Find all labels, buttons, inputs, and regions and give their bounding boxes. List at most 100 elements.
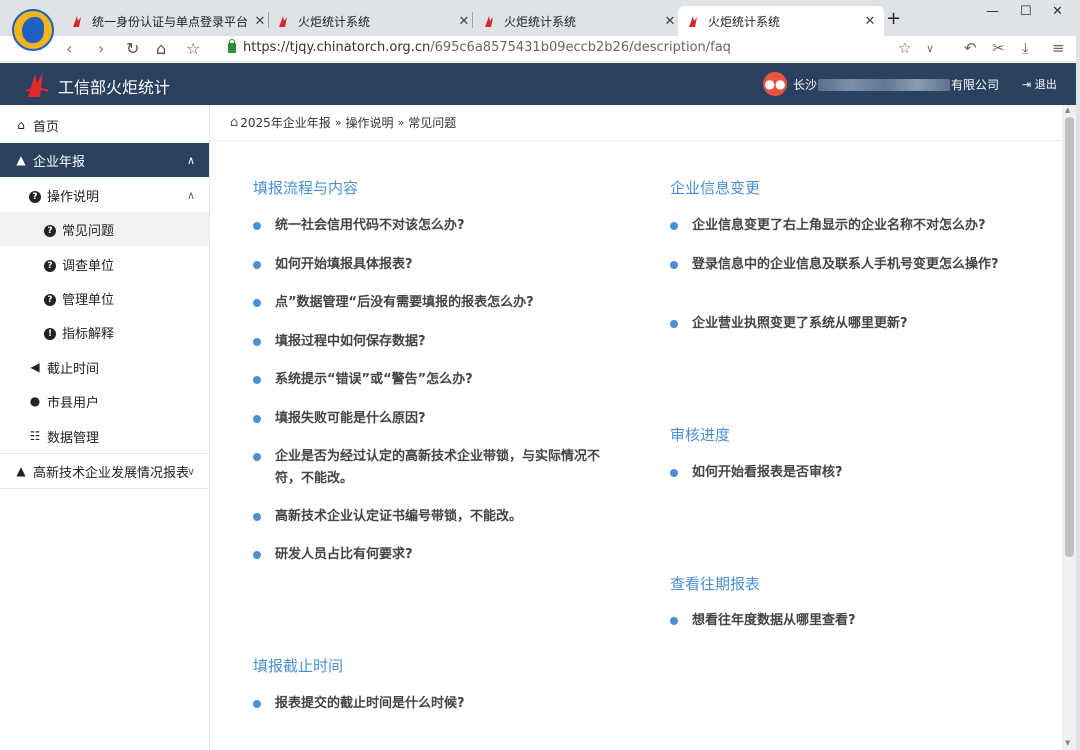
faq-link[interactable]: 登录信息中的企业信息及联系人手机号变更怎么操作? [670, 254, 1002, 276]
scroll-up-arrow-icon[interactable]: ▲ [1065, 106, 1070, 114]
user-group-avatar-icon[interactable]: ●● [763, 72, 787, 96]
download-icon[interactable]: ⤓ [1022, 39, 1029, 57]
question-circle-icon: ? [43, 257, 57, 272]
app-title: 工信部火炬统计 [58, 78, 171, 97]
tab-close-icon[interactable]: ✕ [662, 14, 678, 29]
bookmark-star-icon[interactable]: ☆ [186, 39, 200, 58]
question-circle-icon: ? [28, 188, 42, 203]
company-name: 长沙 有限公司 [793, 76, 999, 93]
cut-scissors-icon[interactable]: ✂ [992, 39, 1005, 57]
company-prefix: 长沙 [793, 78, 818, 92]
sidebar-item-instructions[interactable]: ? 操作说明 ∧ [0, 178, 209, 212]
url-host: https://tjqy.chinatorch.org.cn [243, 40, 431, 55]
undo-icon[interactable]: ↶ [964, 39, 977, 57]
sidebar-item-label: 截止时间 [47, 361, 100, 377]
faq-link[interactable]: 报表提交的截止时间是什么时候? [253, 693, 605, 715]
reload-icon[interactable]: ↻ [126, 39, 139, 58]
sidebar-item-annual-report[interactable]: ▲ 企业年报 ∧ [0, 143, 209, 177]
torch-favicon-icon [689, 16, 697, 27]
faq-link[interactable]: 如何开始看报表是否审核? [670, 462, 1014, 484]
torch-logo-icon [25, 72, 49, 97]
faq-link[interactable]: 点”数据管理“后没有需要填报的报表怎么办? [253, 292, 605, 314]
faq-link[interactable]: 企业是否为经过认定的高新技术企业带锁，与实际情况不符，不能改。 [253, 446, 605, 490]
faq-link[interactable]: 填报过程中如何保存数据? [253, 331, 605, 353]
tab-title: 火炬统计系统 [708, 14, 781, 29]
tab-title: 火炬统计系统 [298, 14, 371, 29]
main-content: ⌂ 2025年企业年报 » 操作说明 » 常见问题 填报流程与内容 统一社会信用… [210, 105, 1062, 750]
sidebar-item-label: 市县用户 [47, 395, 100, 411]
faq-link[interactable]: 企业营业执照变更了系统从哪里更新? [670, 313, 1014, 335]
app-header: 工信部火炬统计 ●● 长沙 有限公司 ⇥ 退出 [0, 63, 1076, 105]
faq-link[interactable]: 系统提示“错误”或“警告”怎么办? [253, 369, 605, 391]
browser-tab-strip: 统一身份认证与单点登录平台 ✕ 火炬统计系统 ✕ 火炬统计系统 ✕ 火炬统计系统… [0, 0, 1080, 36]
browser-tab-torch-2[interactable]: 火炬统计系统 ✕ [482, 6, 678, 36]
tab-close-icon[interactable]: ✕ [862, 14, 878, 29]
section-title-deadline: 填报截止时间 [253, 657, 344, 675]
browser-tab-torch-active[interactable]: 火炬统计系统 ✕ [678, 6, 884, 36]
torch-favicon-icon [73, 16, 81, 27]
dropdown-chevron-icon[interactable]: ∨ [926, 42, 934, 55]
browser-tab-sso[interactable]: 统一身份认证与单点登录平台 ✕ [70, 6, 269, 36]
favorite-star-icon[interactable]: ☆ [898, 39, 911, 57]
forward-icon[interactable]: › [98, 39, 104, 58]
url-path: /695c6a8575431b09eccb2b26/description/fa… [430, 40, 731, 55]
sidebar-item-home[interactable]: ⌂ 首页 [0, 108, 209, 142]
sidebar: ⌂ 首页 ▲ 企业年报 ∧ ? 操作说明 ∧ ? 常见问题 ? 调查单位 ? 管… [0, 105, 210, 750]
browser-tab-torch-1[interactable]: 火炬统计系统 ✕ [276, 6, 473, 36]
new-tab-button[interactable]: + [886, 8, 901, 29]
logout-button[interactable]: ⇥ 退出 [1022, 76, 1057, 92]
url-field[interactable]: https://tjqy.chinatorch.org.cn/695c6a857… [243, 40, 731, 55]
logout-label: 退出 [1034, 78, 1057, 91]
sidebar-item-indicator[interactable]: ! 指标解释 [0, 315, 209, 349]
faq-link[interactable]: 填报失败可能是什么原因? [253, 408, 605, 430]
breadcrumb-item[interactable]: 2025年企业年报 [240, 114, 331, 131]
sidebar-item-data-management[interactable]: ☷ 数据管理 [0, 419, 209, 453]
logout-icon: ⇥ [1022, 78, 1032, 91]
window-close-button[interactable]: ✕ [1052, 4, 1063, 19]
scrollbar-thumb[interactable] [1065, 117, 1074, 557]
list-icon: ☷ [29, 429, 41, 443]
minimize-button[interactable]: — [986, 4, 999, 19]
home-icon[interactable]: ⌂ [156, 39, 166, 58]
breadcrumb-item: 常见问题 [408, 116, 457, 130]
breadcrumb-separator-icon: » [334, 116, 342, 129]
sidebar-item-hitech-report[interactable]: ▲ 高新技术企业发展情况报表 ∨ [0, 454, 209, 488]
tab-close-icon[interactable]: ✕ [252, 14, 268, 29]
faq-link[interactable]: 企业信息变更了右上角显示的企业名称不对怎么办? [670, 215, 1014, 237]
sidebar-item-label: 管理单位 [62, 292, 115, 308]
scroll-down-arrow-icon[interactable]: ▼ [1065, 739, 1070, 747]
tab-close-icon[interactable]: ✕ [456, 14, 472, 29]
sidebar-item-city-users[interactable]: ● 市县用户 [0, 384, 209, 418]
breadcrumb-item[interactable]: 操作说明 [346, 114, 394, 131]
faq-link[interactable]: 想看往年度数据从哪里查看? [670, 610, 1014, 632]
sidebar-item-label: 企业年报 [33, 154, 86, 170]
home-outline-icon[interactable]: ⌂ [230, 115, 238, 130]
faq-link[interactable]: 研发人员占比有何要求? [253, 544, 605, 566]
breadcrumb-separator-icon: » [397, 116, 405, 129]
browser-logo-icon[interactable] [12, 9, 54, 51]
maximize-button[interactable]: ☐ [1020, 4, 1032, 19]
sidebar-item-survey-unit[interactable]: ? 调查单位 [0, 247, 209, 281]
chevron-down-icon: ∨ [186, 464, 195, 478]
faq-link[interactable]: 统一社会信用代码不对该怎么办? [253, 215, 605, 237]
sidebar-item-label: 数据管理 [47, 430, 100, 446]
faq-link[interactable]: 高新技术企业认定证书编号带锁，不能改。 [253, 506, 605, 528]
menu-icon[interactable]: ≡ [1052, 39, 1065, 57]
breadcrumb: ⌂ 2025年企业年报 » 操作说明 » 常见问题 [210, 105, 1062, 141]
vertical-scrollbar[interactable]: ▲ ▼ [1062, 105, 1076, 750]
sidebar-item-faq[interactable]: ? 常见问题 [0, 212, 209, 246]
section-title-fill-process: 填报流程与内容 [253, 179, 359, 197]
chevron-up-icon: ∧ [186, 188, 195, 202]
sidebar-item-label: 常见问题 [62, 223, 115, 239]
sidebar-divider [0, 488, 209, 489]
user-icon: ● [29, 394, 41, 408]
bell-icon: ▲ [16, 153, 26, 167]
back-icon[interactable]: ‹ [66, 39, 72, 58]
megaphone-icon: ◀ [30, 360, 40, 374]
tab-title: 统一身份认证与单点登录平台 [92, 14, 249, 29]
sidebar-item-admin-unit[interactable]: ? 管理单位 [0, 281, 209, 315]
lock-icon [228, 39, 236, 53]
faq-link[interactable]: 如何开始填报具体报表? [253, 254, 605, 276]
sidebar-item-deadline[interactable]: ◀ 截止时间 [0, 350, 209, 384]
company-suffix: 有限公司 [951, 78, 1000, 92]
